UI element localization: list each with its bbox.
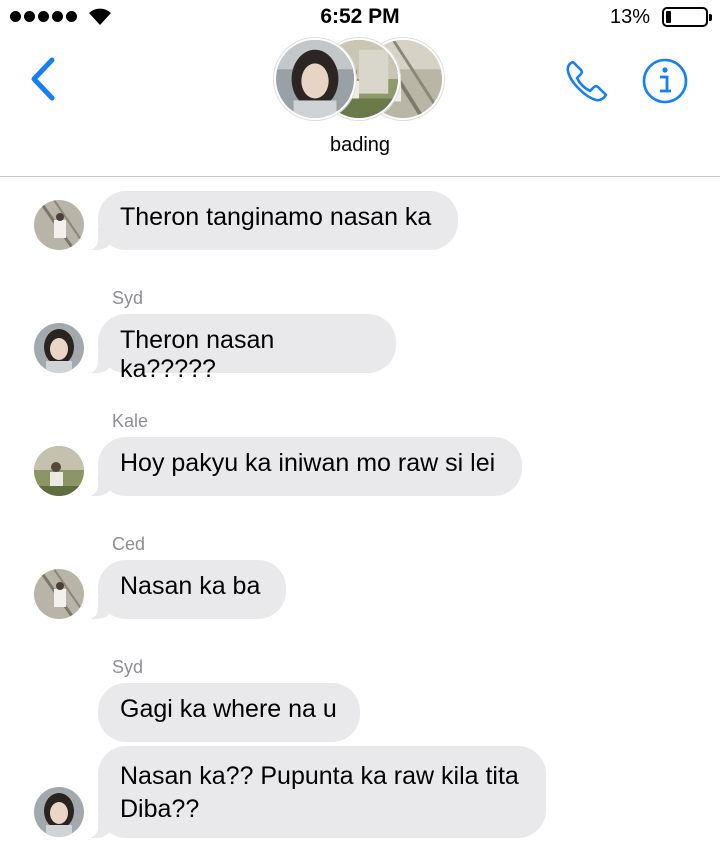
group-member-avatar	[274, 38, 356, 120]
message-text: Nasan ka ba	[120, 572, 261, 600]
chevron-left-icon	[31, 57, 55, 101]
sender-avatar[interactable]	[34, 569, 84, 619]
message-text: Theron nasan ka?????	[120, 326, 275, 383]
sender-avatar[interactable]	[34, 787, 84, 837]
group-avatars[interactable]	[274, 38, 446, 122]
message-text: Theron tanginamo nasan ka	[120, 203, 432, 231]
call-button[interactable]	[562, 56, 612, 106]
battery-icon	[662, 7, 712, 27]
conversation-header: bading	[0, 34, 720, 177]
phone-icon	[566, 60, 608, 102]
back-button[interactable]	[24, 52, 64, 106]
message-thread[interactable]: Theron tanginamo nasan ka Syd Theron nas…	[0, 177, 720, 854]
info-icon	[642, 58, 688, 104]
sender-name: Syd	[112, 657, 144, 677]
info-button[interactable]	[640, 56, 690, 106]
message-bubble[interactable]: Theron nasan ka?????	[86, 314, 396, 383]
message-bubble[interactable]: Gagi ka where na u	[98, 683, 360, 742]
group-name[interactable]: bading	[0, 134, 720, 157]
sender-name: Syd	[112, 288, 144, 308]
sender-avatar[interactable]	[34, 446, 84, 496]
message-bubble[interactable]: Theron tanginamo nasan ka	[86, 191, 458, 250]
message-text: Hoy pakyu ka iniwan mo raw si lei	[120, 449, 496, 477]
sender-avatar[interactable]	[34, 200, 84, 250]
message-bubble[interactable]: Nasan ka?? Pupunta ka raw kila tita Diba…	[86, 746, 546, 838]
sender-name: Ced	[112, 534, 146, 554]
sender-name: Kale	[112, 411, 149, 431]
message-bubble[interactable]: Nasan ka ba	[86, 560, 286, 619]
battery-percent: 13%	[609, 6, 650, 28]
message-text: Nasan ka?? Pupunta ka raw kila tita Diba…	[120, 762, 519, 823]
message-text: Gagi ka where na u	[120, 695, 337, 723]
status-bar: 6:52 PM 13%	[0, 0, 720, 34]
message-bubble[interactable]: Hoy pakyu ka iniwan mo raw si lei	[86, 437, 522, 496]
sender-avatar[interactable]	[34, 323, 84, 373]
